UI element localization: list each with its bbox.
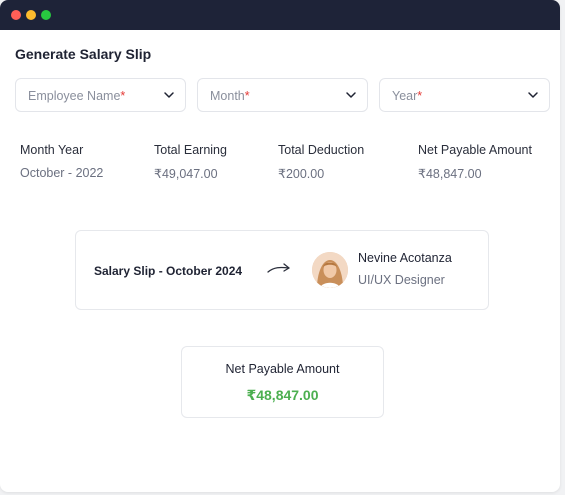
minimize-window-dot-icon[interactable]	[26, 10, 36, 20]
employee-role: UI/UX Designer	[358, 273, 445, 287]
maximize-window-dot-icon[interactable]	[41, 10, 51, 20]
person-avatar-icon	[312, 252, 348, 288]
year-select[interactable]: Year*	[379, 78, 550, 112]
app-window: Generate Salary Slip Employee Name* Mont…	[0, 0, 560, 492]
summary-header-net-payable: Net Payable Amount	[418, 143, 532, 157]
month-select[interactable]: Month*	[197, 78, 368, 112]
year-select-label: Year*	[392, 89, 423, 103]
employee-name-select[interactable]: Employee Name*	[15, 78, 186, 112]
salary-slip-card[interactable]: Salary Slip - October 2024 Nevine Acotan…	[75, 230, 489, 310]
summary-header-total-earning: Total Earning	[154, 143, 227, 157]
summary-value-total-deduction: ₹200.00	[278, 167, 325, 181]
summary-header-month-year: Month Year	[20, 143, 84, 157]
summary-value-net-payable: ₹48,847.00	[418, 167, 482, 181]
close-window-dot-icon[interactable]	[11, 10, 21, 20]
summary-value-total-earning: ₹49,047.00	[154, 167, 218, 181]
employee-avatar	[312, 252, 348, 288]
month-select-label: Month*	[210, 89, 250, 103]
net-payable-value: ₹48,847.00	[246, 387, 319, 403]
chevron-down-icon	[164, 92, 174, 98]
window-titlebar	[0, 0, 560, 30]
employee-name-select-label: Employee Name*	[28, 89, 126, 103]
net-payable-card: Net Payable Amount ₹48,847.00	[181, 346, 384, 418]
chevron-down-icon	[346, 92, 356, 98]
page-title: Generate Salary Slip	[15, 46, 152, 62]
arrow-right-icon	[267, 263, 290, 273]
net-payable-label: Net Payable Amount	[225, 362, 340, 376]
chevron-down-icon	[528, 92, 538, 98]
summary-value-month-year: October - 2022	[20, 166, 104, 180]
summary-header-total-deduction: Total Deduction	[278, 143, 365, 157]
salary-slip-title: Salary Slip - October 2024	[94, 264, 243, 278]
employee-name: Nevine Acotanza	[358, 251, 452, 265]
